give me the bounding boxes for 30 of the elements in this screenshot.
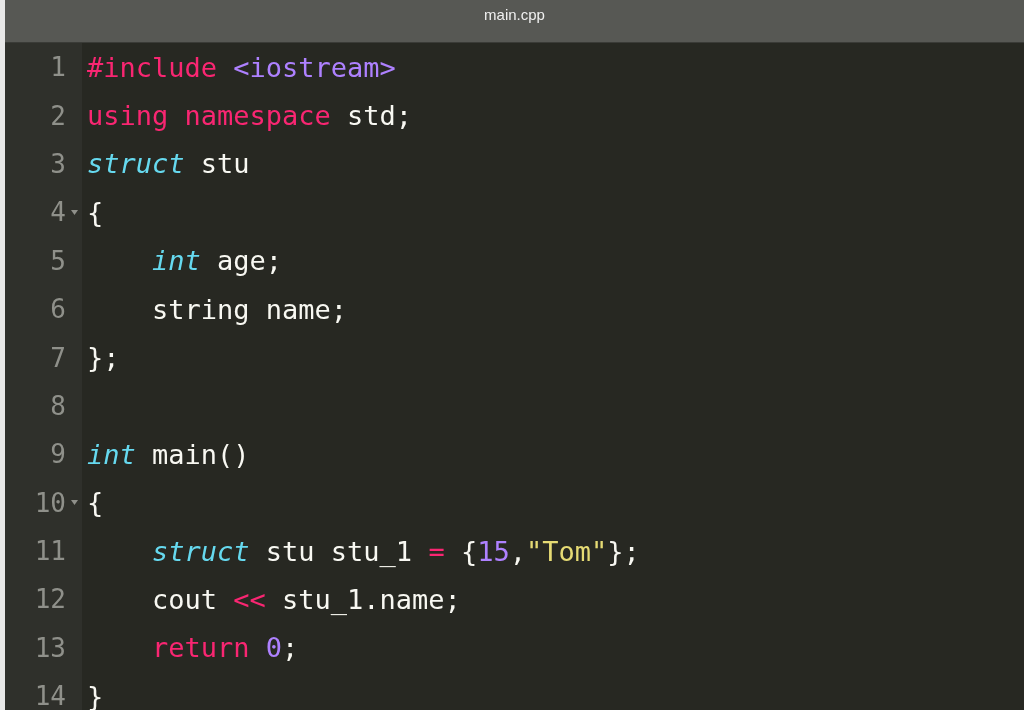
fold-caret-icon[interactable] bbox=[70, 209, 78, 215]
code-line: int age; bbox=[151, 244, 284, 279]
code-line: struct stu bbox=[87, 147, 251, 182]
line-number: 8 bbox=[50, 390, 66, 421]
fold-caret-icon[interactable] bbox=[70, 500, 78, 506]
line-number: 6 bbox=[50, 294, 66, 325]
code-line: { bbox=[87, 486, 105, 521]
line-number: 1 bbox=[50, 52, 66, 83]
code-line: string name; bbox=[151, 292, 349, 327]
code-line: } bbox=[87, 679, 105, 710]
code-line: using namespace std; bbox=[87, 99, 414, 134]
line-number: 3 bbox=[50, 148, 66, 179]
line-number: 12 bbox=[34, 584, 66, 615]
code-line: { bbox=[87, 195, 105, 230]
line-number: 7 bbox=[50, 342, 66, 373]
line-number: 14 bbox=[34, 681, 66, 710]
code-line: cout << stu_1.name; bbox=[151, 583, 462, 617]
code-line: int main() bbox=[87, 437, 251, 472]
line-number: 10 bbox=[34, 487, 66, 518]
window-title: main.cpp bbox=[484, 5, 545, 23]
line-number: 9 bbox=[50, 439, 66, 470]
line-number: 5 bbox=[50, 245, 66, 276]
code-line: return 0; bbox=[151, 631, 300, 666]
line-number: 4 bbox=[50, 197, 66, 228]
code-line: struct stu stu_1 = {15,"Tom"}; bbox=[151, 534, 641, 569]
line-number: 11 bbox=[34, 536, 66, 567]
line-number: 2 bbox=[50, 100, 66, 131]
code-line: }; bbox=[87, 341, 121, 376]
code-line: #include <iostream> bbox=[87, 50, 397, 85]
line-number: 13 bbox=[34, 632, 66, 663]
